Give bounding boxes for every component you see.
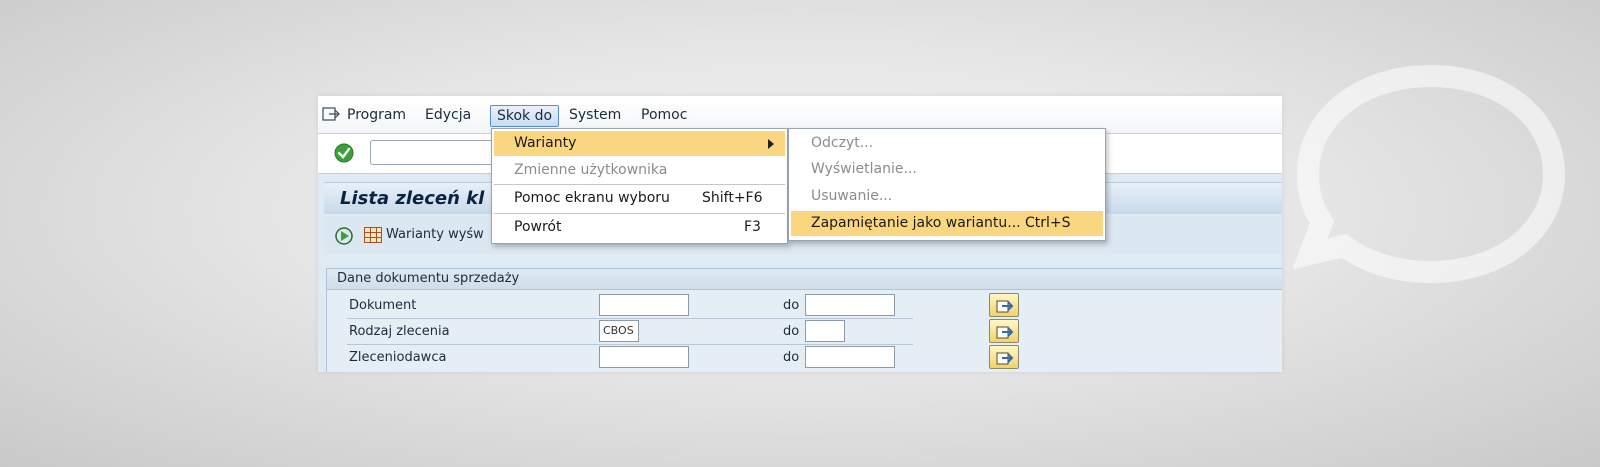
menu-separator — [494, 184, 785, 185]
range-to-label: do — [783, 324, 800, 339]
row-label: Dokument — [349, 298, 417, 313]
checkmark-icon[interactable] — [334, 143, 354, 163]
row-divider — [763, 344, 913, 345]
menu-item-usuwanie[interactable]: Usuwanie... — [791, 184, 1103, 209]
menu-item-warianty[interactable]: Warianty — [494, 131, 785, 156]
menu-item-label: Pomoc ekranu wyboru — [514, 190, 670, 206]
row-divider — [763, 318, 913, 319]
row-label: Zleceniodawca — [349, 350, 447, 365]
multiple-selection-button[interactable] — [989, 345, 1019, 369]
skok-do-menu: Warianty Zmienne użytkownika Pomoc ekran… — [491, 128, 788, 244]
execute-icon[interactable] — [334, 226, 354, 246]
menu-separator — [494, 213, 785, 214]
range-to-label: do — [783, 350, 800, 365]
menu-item-odczyt[interactable]: Odczyt... — [791, 131, 1103, 156]
range-to-label: do — [783, 298, 800, 313]
menu-item-label: Wyświetlanie... — [811, 161, 917, 177]
selection-row: Dokument do — [327, 293, 1282, 320]
multiple-selection-button[interactable] — [989, 293, 1019, 317]
row-divider — [347, 318, 767, 319]
menu-skok-do[interactable]: Skok do — [490, 105, 560, 127]
selection-group: Dane dokumentu sprzedaży Dokument do Rod… — [326, 268, 1282, 372]
menu-item-zapamietanie-jako-wariantu[interactable]: Zapamiętanie jako wariantu... Ctrl+S — [791, 211, 1103, 236]
menu-item-pomoc-ekranu-wyboru[interactable]: Pomoc ekranu wyboru Shift+F6 — [494, 186, 785, 211]
submenu-arrow-icon — [768, 139, 774, 149]
speech-bubble-icon — [1292, 64, 1566, 284]
menu-item-shortcut: F3 — [744, 219, 761, 235]
group-title: Dane dokumentu sprzedaży — [327, 269, 1282, 290]
sold-to-from-field[interactable] — [599, 346, 689, 368]
grid-icon — [364, 227, 382, 243]
menu-item-zmienne-uzytkownika[interactable]: Zmienne użytkownika — [494, 158, 785, 183]
menu-item-label: Zmienne użytkownika — [514, 162, 668, 178]
row-label: Rodzaj zlecenia — [349, 324, 450, 339]
selection-row: Rodzaj zlecenia CBOS do — [327, 319, 1282, 346]
menu-item-shortcut: Ctrl+S — [1025, 215, 1071, 231]
menu-item-label: Usuwanie... — [811, 188, 893, 204]
menu-item-wyswietlanie[interactable]: Wyświetlanie... — [791, 157, 1103, 182]
dokument-to-field[interactable] — [805, 294, 895, 316]
dokument-from-field[interactable] — [599, 294, 689, 316]
menu-edycja[interactable]: Edycja — [420, 105, 476, 127]
order-type-from-field[interactable]: CBOS — [599, 320, 639, 342]
multiple-selection-icon — [996, 300, 1014, 313]
exit-icon[interactable] — [322, 106, 340, 122]
menu-item-label: Warianty — [514, 135, 577, 151]
row-divider — [347, 344, 767, 345]
menu-system[interactable]: System — [564, 105, 626, 127]
menu-program[interactable]: Program — [342, 105, 411, 127]
multiple-selection-icon — [996, 326, 1014, 339]
menu-item-label: Odczyt... — [811, 135, 874, 151]
menu-pomoc[interactable]: Pomoc — [636, 105, 692, 127]
sold-to-to-field[interactable] — [805, 346, 895, 368]
selection-row: Zleceniodawca do — [327, 345, 1282, 372]
menu-item-label: Zapamiętanie jako wariantu... — [811, 215, 1021, 231]
page-title: Lista zleceń kl — [340, 188, 485, 209]
variants-display-button[interactable]: Warianty wyśw — [386, 227, 484, 242]
menu-item-powrot[interactable]: Powrót F3 — [494, 215, 785, 240]
warianty-submenu: Odczyt... Wyświetlanie... Usuwanie... Za… — [788, 128, 1106, 241]
multiple-selection-button[interactable] — [989, 319, 1019, 343]
menu-item-shortcut: Shift+F6 — [702, 190, 763, 206]
order-type-to-field[interactable] — [805, 320, 845, 342]
multiple-selection-icon — [996, 352, 1014, 365]
menu-item-label: Powrót — [514, 219, 562, 235]
